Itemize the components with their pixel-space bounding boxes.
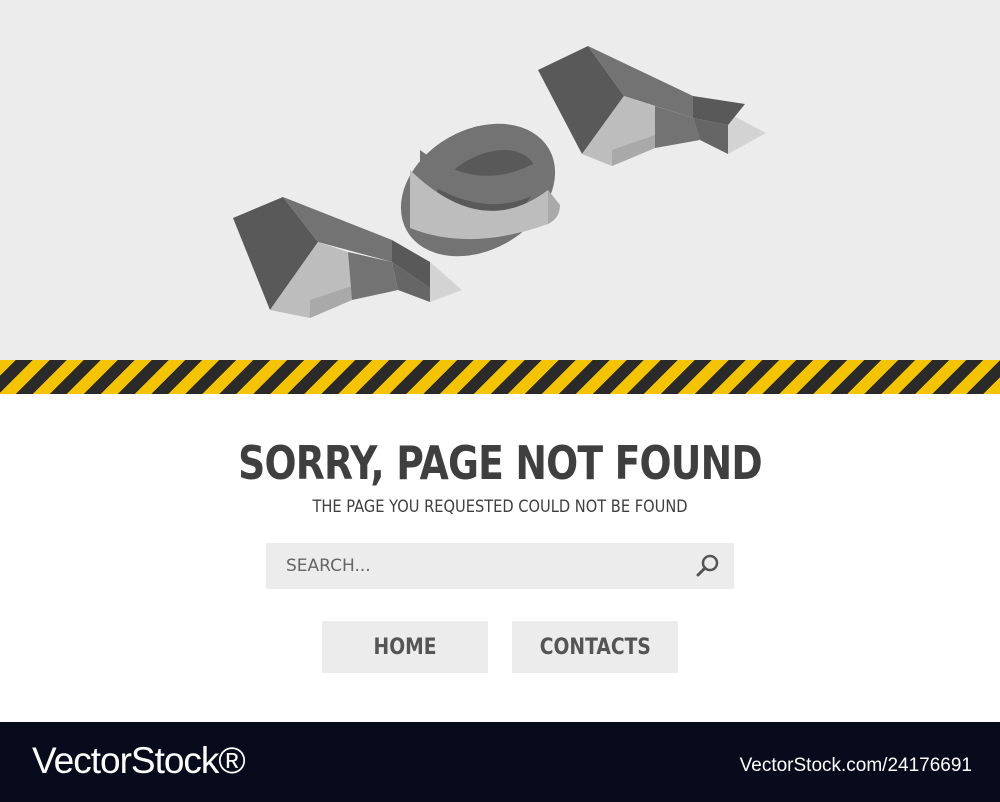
caution-tape [0,360,1000,394]
watermark-id: VectorStock.com/24176691 [739,755,972,776]
search-bar [266,543,734,589]
contacts-button[interactable]: CONTACTS [512,621,678,673]
search-input[interactable] [266,543,676,589]
contacts-button-label: CONTACTS [539,634,651,660]
page-title: SORRY, PAGE NOT FOUND [238,436,762,490]
isometric-404-icon [233,46,766,318]
watermark-logo: VectorStock® [32,740,246,781]
hero-404-illustration [0,0,1000,360]
error-content: SORRY, PAGE NOT FOUND THE PAGE YOU REQUE… [0,394,1000,722]
watermark-bar: VectorStock® VectorStock.com/24176691 [0,722,1000,802]
page-subtitle: THE PAGE YOU REQUESTED COULD NOT BE FOUN… [312,497,688,517]
home-button-label: HOME [373,634,437,660]
home-button[interactable]: HOME [322,621,488,673]
search-icon [696,554,719,577]
digit-four-left-icon [233,197,430,318]
digit-four-right-icon [538,46,745,166]
search-button[interactable] [694,552,722,580]
